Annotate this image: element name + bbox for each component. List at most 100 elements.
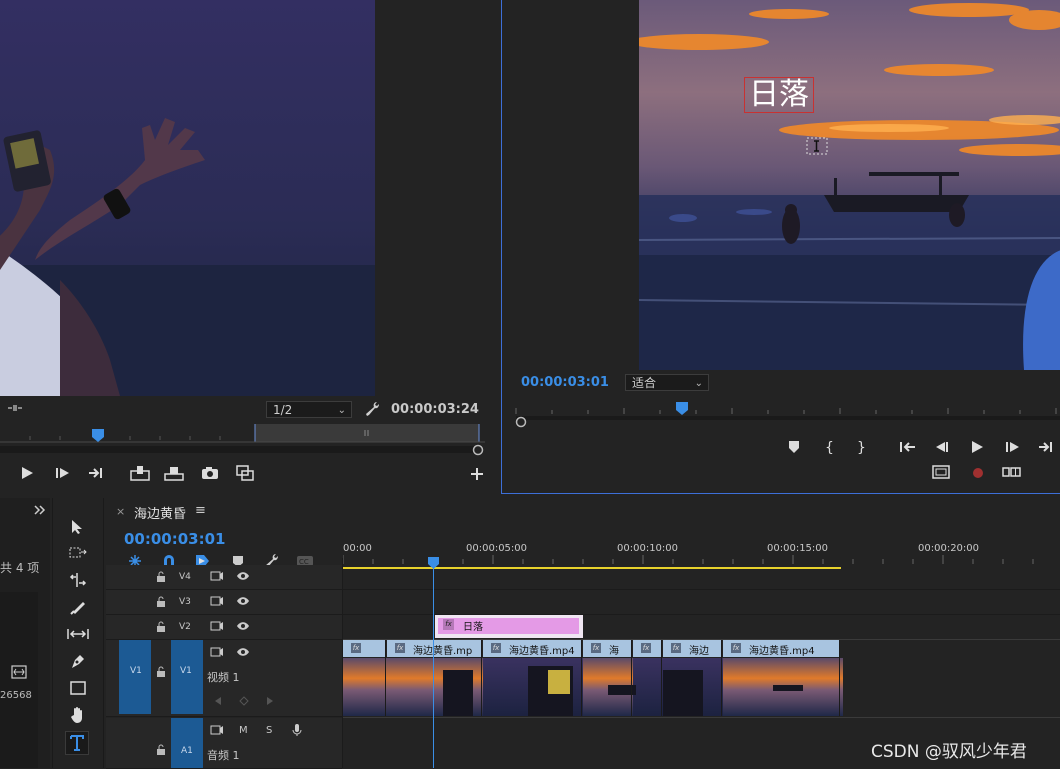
fx-badge: fx — [641, 643, 651, 653]
mute-button[interactable]: M — [239, 725, 248, 736]
timeline-ruler[interactable]: 00:00 00:00:05:00 00:00:10:00 00:00:15:0… — [343, 543, 1060, 571]
track-header-v4[interactable]: V4 — [106, 565, 342, 590]
video-clip[interactable]: fx 海边黄昏.mp — [387, 640, 482, 716]
camera-icon[interactable] — [201, 466, 219, 480]
timeline-timecode[interactable]: 00:00:03:01 — [124, 530, 226, 548]
track-label-v4: V4 — [179, 572, 191, 582]
eye-icon[interactable] — [236, 647, 250, 657]
source-resolution-select[interactable]: 1/2 ⌄ — [266, 401, 352, 418]
lock-icon[interactable] — [156, 571, 166, 583]
track-name-a1: 音频 1 — [207, 749, 240, 762]
safe-margins-icon[interactable] — [932, 465, 950, 479]
lock-icon[interactable] — [156, 596, 166, 608]
panel-overflow-icon[interactable] — [34, 504, 46, 516]
add-keyframe-icon[interactable] — [239, 696, 249, 706]
ruler-time-15: 00:00:15:00 — [767, 543, 829, 554]
toggle-sync-icon[interactable] — [210, 621, 224, 631]
video-clip[interactable]: fx — [633, 640, 662, 716]
next-keyframe-icon[interactable] — [266, 696, 274, 706]
play-icon[interactable] — [970, 440, 984, 454]
go-to-in-icon[interactable] — [899, 440, 917, 454]
add-marker-icon[interactable] — [788, 440, 800, 454]
ripple-edit-tool-icon[interactable] — [69, 572, 87, 588]
track-header-v2[interactable]: V2 — [106, 615, 342, 640]
program-time-ruler[interactable] — [514, 398, 1060, 420]
program-zoom-select[interactable]: 适合 ⌄ — [625, 374, 709, 391]
toggle-sync-icon[interactable] — [210, 725, 224, 735]
toggle-sync-icon[interactable] — [210, 596, 224, 606]
v1-clips: fx fx 海边黄昏.mp fx 海边黄昏.mp4 fx 海 fx fx 海边 fx 海边黄昏.mp4 — [343, 640, 843, 716]
video-clip[interactable]: fx — [343, 640, 386, 716]
go-to-out-icon[interactable] — [88, 466, 106, 480]
lock-icon[interactable] — [156, 621, 166, 633]
title-clip[interactable]: fx 日落 — [435, 615, 583, 638]
add-button-icon[interactable] — [471, 468, 483, 480]
eye-icon[interactable] — [236, 571, 250, 581]
fx-badge: fx — [443, 619, 454, 630]
ruler-time-10: 00:00:10:00 — [617, 543, 679, 554]
tab-close-icon[interactable]: × — [116, 505, 125, 518]
track-select-tool-icon[interactable] — [69, 546, 87, 560]
zoom-handle-icon[interactable] — [515, 416, 527, 428]
track-divider — [343, 717, 1060, 718]
type-tool-button[interactable] — [65, 731, 89, 755]
play-icon[interactable] — [20, 466, 34, 480]
track-target-v1[interactable]: V1 — [171, 640, 203, 714]
freeform-view-icon[interactable] — [11, 665, 27, 679]
insert-icon[interactable] — [130, 465, 150, 481]
overwrite-icon[interactable] — [164, 465, 184, 481]
source-zoom-scrollbar[interactable] — [0, 446, 478, 453]
program-timecode[interactable]: 00:00:03:01 — [521, 375, 609, 390]
drag-handle-icon[interactable] — [8, 402, 22, 414]
panel-menu-icon[interactable]: ≡ — [195, 503, 206, 518]
track-header-v3[interactable]: V3 — [106, 590, 342, 615]
step-forward-icon[interactable] — [55, 466, 71, 480]
step-forward-icon[interactable] — [1005, 440, 1021, 454]
rectangle-tool-icon[interactable] — [70, 681, 86, 695]
title-overlay-box[interactable]: 日落 — [744, 77, 814, 113]
toggle-sync-icon[interactable] — [210, 571, 224, 581]
hand-tool-icon[interactable] — [70, 706, 86, 724]
source-patch-v1[interactable]: V1 — [119, 640, 151, 714]
mark-in-icon[interactable]: { — [824, 439, 834, 455]
eye-icon[interactable] — [236, 596, 250, 606]
lock-icon[interactable] — [156, 744, 166, 756]
video-clip[interactable]: fx 海边黄昏.mp4 — [723, 640, 840, 716]
solo-button[interactable]: S — [266, 725, 272, 736]
mark-out-icon[interactable]: } — [856, 439, 866, 455]
timeline-tab-title[interactable]: 海边黄昏 — [134, 503, 186, 522]
video-clip[interactable]: fx 海边 — [663, 640, 722, 716]
track-target-a1[interactable]: A1 — [171, 718, 203, 768]
zoom-handle-icon[interactable] — [472, 444, 484, 456]
program-playhead[interactable] — [676, 402, 688, 415]
video-clip-name: 海边黄昏.mp4 — [509, 646, 575, 657]
timeline-playhead[interactable] — [428, 557, 439, 569]
track-header-divider — [342, 558, 343, 768]
step-back-icon[interactable] — [934, 440, 950, 454]
toggle-sync-icon[interactable] — [210, 647, 224, 657]
go-to-out-icon[interactable] — [1038, 440, 1056, 454]
track-label-a1: A1 — [181, 746, 193, 756]
lock-icon[interactable] — [156, 666, 166, 678]
microphone-icon[interactable] — [292, 723, 302, 737]
record-icon[interactable] — [972, 467, 984, 479]
razor-tool-icon[interactable] — [70, 599, 86, 615]
source-playhead[interactable] — [92, 429, 104, 442]
video-clip[interactable]: fx 海 — [583, 640, 632, 716]
slip-tool-icon[interactable] — [67, 627, 89, 641]
wrench-icon[interactable] — [364, 401, 380, 417]
title-overlay-text: 日落 — [749, 77, 809, 112]
pen-tool-icon[interactable] — [70, 653, 86, 669]
track-header-a1[interactable]: A1 M S 音频 1 — [106, 718, 342, 769]
eye-icon[interactable] — [236, 621, 250, 631]
track-header-v1[interactable]: V1 V1 视频 1 — [106, 640, 342, 717]
multi-camera-icon[interactable] — [1002, 466, 1022, 478]
prev-keyframe-icon[interactable] — [214, 696, 222, 706]
source-patch-v1-label: V1 — [130, 666, 142, 676]
button-editor-icon[interactable] — [236, 465, 254, 481]
selection-tool-icon[interactable] — [71, 519, 83, 535]
project-bin-area[interactable] — [0, 592, 38, 768]
source-time-ruler[interactable] — [0, 424, 485, 444]
video-clip[interactable]: fx 海边黄昏.mp4 — [483, 640, 582, 716]
chevron-down-icon: ⌄ — [337, 405, 346, 416]
